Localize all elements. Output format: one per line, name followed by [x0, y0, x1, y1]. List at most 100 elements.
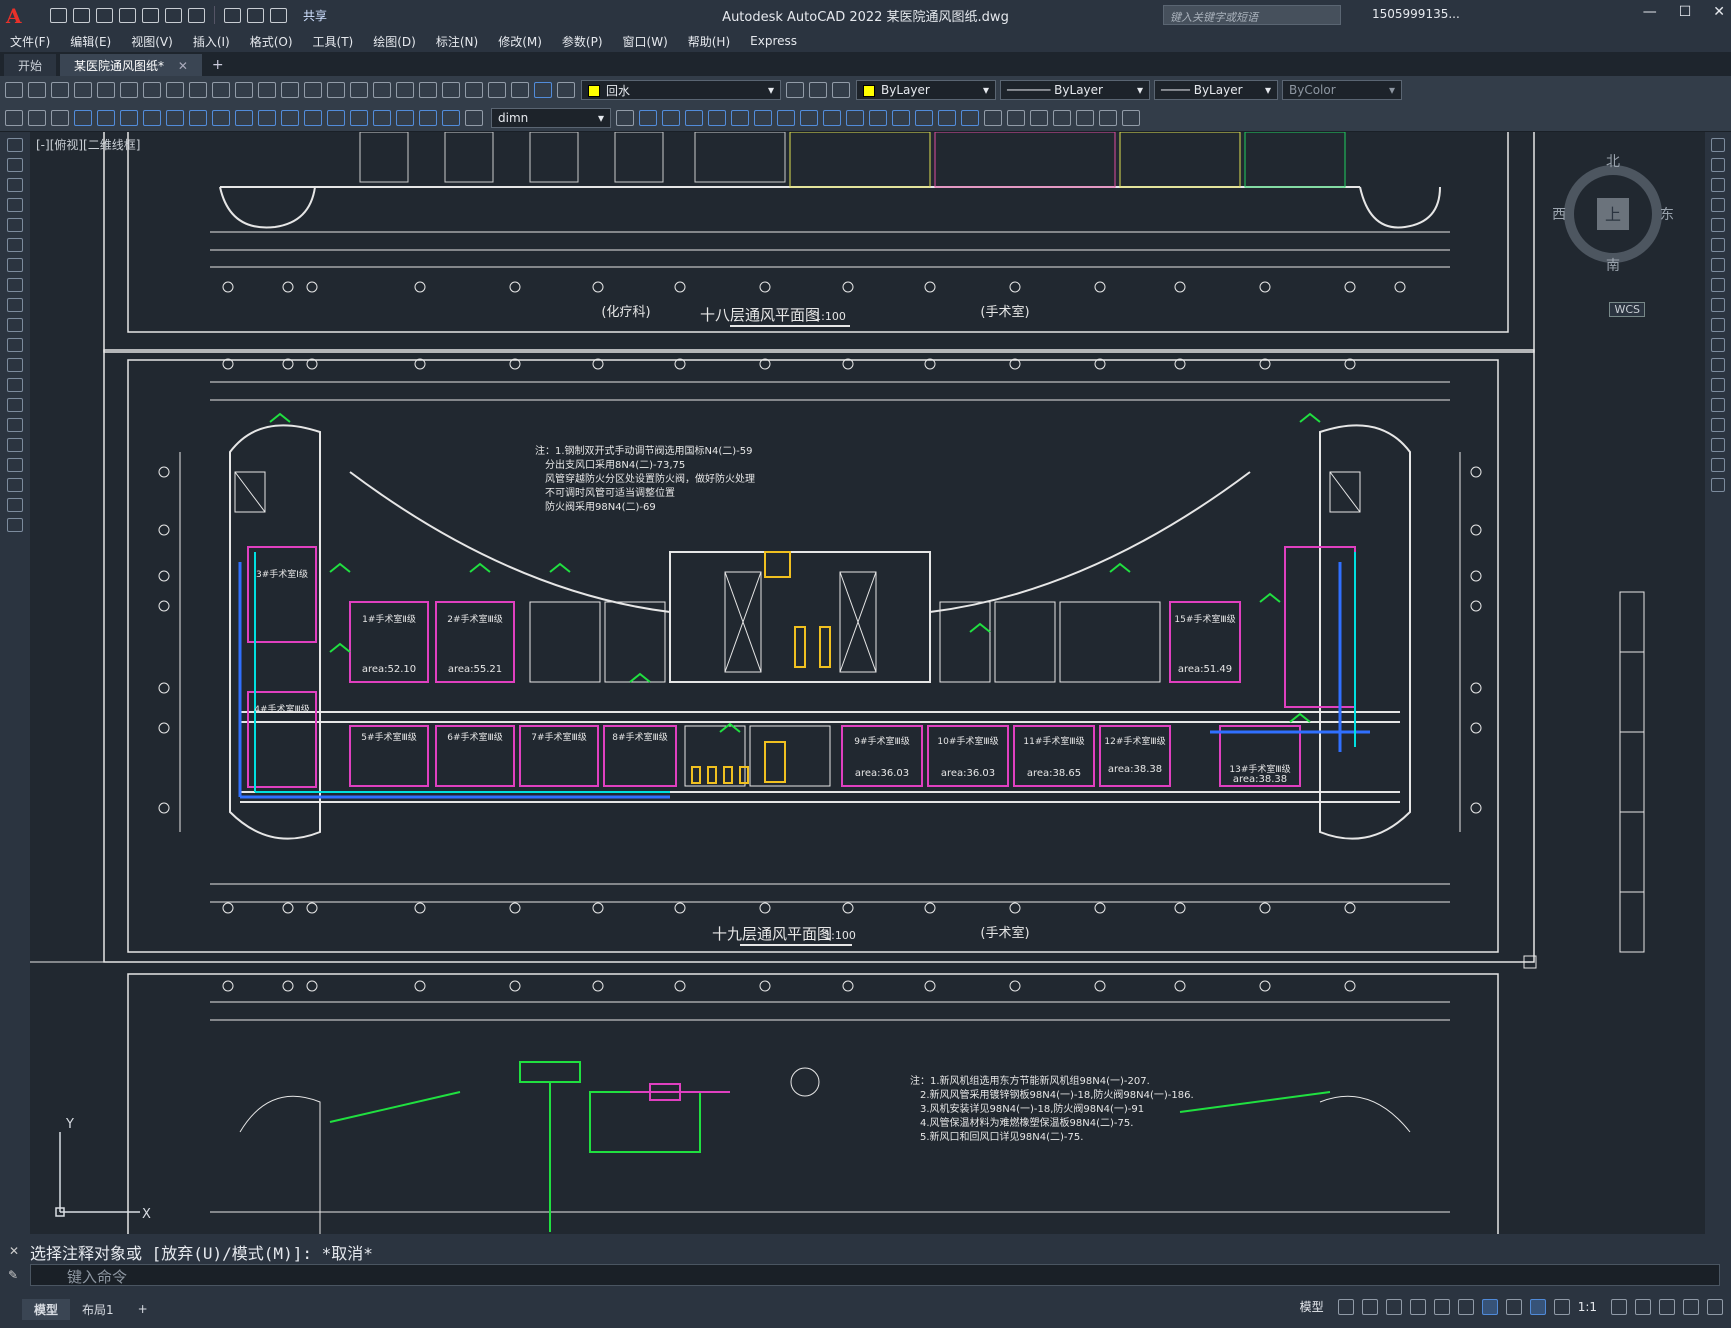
layer-iso-icon[interactable] — [832, 82, 850, 98]
tab-start[interactable]: 开始 — [4, 54, 57, 76]
linear-dimension-icon[interactable] — [74, 109, 92, 126]
help-icon[interactable] — [511, 82, 529, 98]
arc-length-icon[interactable] — [120, 109, 138, 126]
circle-icon[interactable] — [7, 258, 23, 272]
dimension-style-icon[interactable] — [616, 109, 634, 126]
calculator-icon[interactable] — [488, 82, 506, 98]
offset-icon[interactable] — [1711, 198, 1725, 212]
array-icon[interactable] — [708, 109, 726, 126]
baseline-dimension-icon[interactable] — [281, 109, 299, 126]
blend-curves-icon[interactable] — [1711, 458, 1725, 472]
break-icon[interactable] — [869, 109, 887, 126]
layer-properties-icon[interactable] — [534, 82, 552, 98]
explode-icon[interactable] — [1711, 478, 1725, 492]
new-icon[interactable] — [5, 82, 23, 98]
jogged-dimension-icon[interactable] — [189, 109, 207, 126]
line-icon[interactable] — [7, 138, 23, 152]
insert-block-icon[interactable] — [7, 358, 23, 372]
construction-line-icon[interactable] — [7, 158, 23, 172]
save-icon[interactable] — [96, 7, 113, 23]
undo-icon[interactable] — [235, 82, 253, 98]
menu-edit[interactable]: 编辑(E) — [60, 33, 121, 50]
hatch-icon[interactable] — [7, 418, 23, 432]
menu-file[interactable]: 文件(F) — [0, 33, 60, 50]
dimension-space-icon[interactable] — [327, 109, 345, 126]
menu-help[interactable]: 帮助(H) — [678, 33, 740, 50]
dimension-update-icon[interactable] — [465, 109, 483, 126]
aligned-dimension-icon[interactable] — [97, 109, 115, 126]
plot-icon[interactable] — [74, 82, 92, 98]
user-account[interactable]: 1505999135... — [1372, 7, 1460, 21]
ortho-icon[interactable] — [1385, 1298, 1402, 1315]
polar-icon[interactable] — [1409, 1298, 1426, 1315]
customize-dropdown-icon[interactable] — [270, 7, 287, 23]
break-icon[interactable] — [1711, 378, 1725, 392]
multiline-text-icon[interactable] — [7, 498, 23, 512]
gradient-icon[interactable] — [7, 438, 23, 452]
customization-menu-icon[interactable] — [1707, 1298, 1723, 1315]
dimension-edit-icon[interactable] — [419, 109, 437, 126]
ellipse-icon[interactable] — [7, 318, 23, 332]
continue-dimension-icon[interactable] — [304, 109, 322, 126]
layer-match-icon[interactable] — [28, 109, 46, 126]
ordinate-dimension-icon[interactable] — [143, 109, 161, 126]
region-icon[interactable] — [7, 458, 23, 472]
save-icon[interactable] — [51, 82, 69, 98]
print-icon[interactable] — [188, 7, 205, 23]
inspection-icon[interactable] — [396, 109, 414, 126]
share-button[interactable]: 共享 — [303, 7, 327, 24]
isodraft-icon[interactable] — [1433, 1298, 1450, 1315]
zoom-realtime-icon[interactable] — [304, 82, 322, 98]
annotation-scale[interactable]: 1:1 — [1578, 1300, 1597, 1314]
scale-icon[interactable] — [777, 109, 795, 126]
ungroup-icon[interactable] — [1007, 109, 1025, 126]
viewport-controls[interactable]: [-][俯视][二维线框] — [36, 136, 140, 153]
copy-icon[interactable] — [166, 82, 184, 98]
layer-combo[interactable]: 回水 ▾ — [581, 80, 781, 100]
workspace-icon[interactable] — [5, 109, 23, 126]
markup-icon[interactable] — [465, 82, 483, 98]
zoom-previous-icon[interactable] — [350, 82, 368, 98]
chamfer-icon[interactable] — [1711, 418, 1725, 432]
snap-icon[interactable] — [1361, 1298, 1378, 1315]
move-icon[interactable] — [731, 109, 749, 126]
autocad-logo[interactable]: A — [6, 4, 28, 28]
wcs-menu[interactable]: WCS — [1609, 302, 1645, 317]
image-clip-icon[interactable] — [1099, 109, 1117, 126]
help-search-input[interactable]: 键入关键字或短语 — [1163, 5, 1341, 25]
table-icon[interactable] — [7, 478, 23, 492]
paste-icon[interactable] — [189, 82, 207, 98]
chamfer-icon[interactable] — [915, 109, 933, 126]
polyline-icon[interactable] — [7, 178, 23, 192]
object-snap-tracking-icon[interactable] — [1457, 1298, 1474, 1315]
menu-window[interactable]: 窗口(W) — [613, 33, 678, 50]
dimension-text-edit-icon[interactable] — [442, 109, 460, 126]
open-icon[interactable] — [73, 7, 90, 23]
spline-icon[interactable] — [7, 298, 23, 312]
stretch-icon[interactable] — [1711, 298, 1725, 312]
save-as-icon[interactable] — [119, 7, 136, 23]
join-icon[interactable] — [1711, 398, 1725, 412]
match-properties-icon[interactable] — [212, 82, 230, 98]
tab-layout1[interactable]: 布局1 — [70, 1299, 126, 1320]
trim-icon[interactable] — [1711, 318, 1725, 332]
menu-insert[interactable]: 插入(I) — [183, 33, 240, 50]
diameter-dimension-icon[interactable] — [212, 109, 230, 126]
drawing-viewport[interactable]: [-][俯视][二维线框] 北 南 东 西 上 WCS (化疗科) 十八层通风平… — [30, 132, 1705, 1234]
close-button[interactable]: ✕ — [1713, 4, 1725, 20]
grid-icon[interactable] — [1337, 1298, 1354, 1315]
join-icon[interactable] — [892, 109, 910, 126]
maximize-button[interactable]: ☐ — [1679, 4, 1692, 20]
menu-modify[interactable]: 修改(M) — [488, 33, 552, 50]
menu-format[interactable]: 格式(O) — [240, 33, 303, 50]
undo-icon[interactable] — [224, 7, 241, 23]
close-command-line-icon[interactable]: ✕ — [9, 1244, 19, 1258]
layer-previous-icon[interactable] — [809, 82, 827, 98]
erase-icon[interactable] — [1711, 138, 1725, 152]
lineweight-icon[interactable] — [1505, 1298, 1522, 1315]
ellipse-arc-icon[interactable] — [7, 338, 23, 352]
array-icon[interactable] — [1711, 218, 1725, 232]
rectangle-icon[interactable] — [7, 218, 23, 232]
arc-icon[interactable] — [7, 238, 23, 252]
trim-icon[interactable] — [823, 109, 841, 126]
